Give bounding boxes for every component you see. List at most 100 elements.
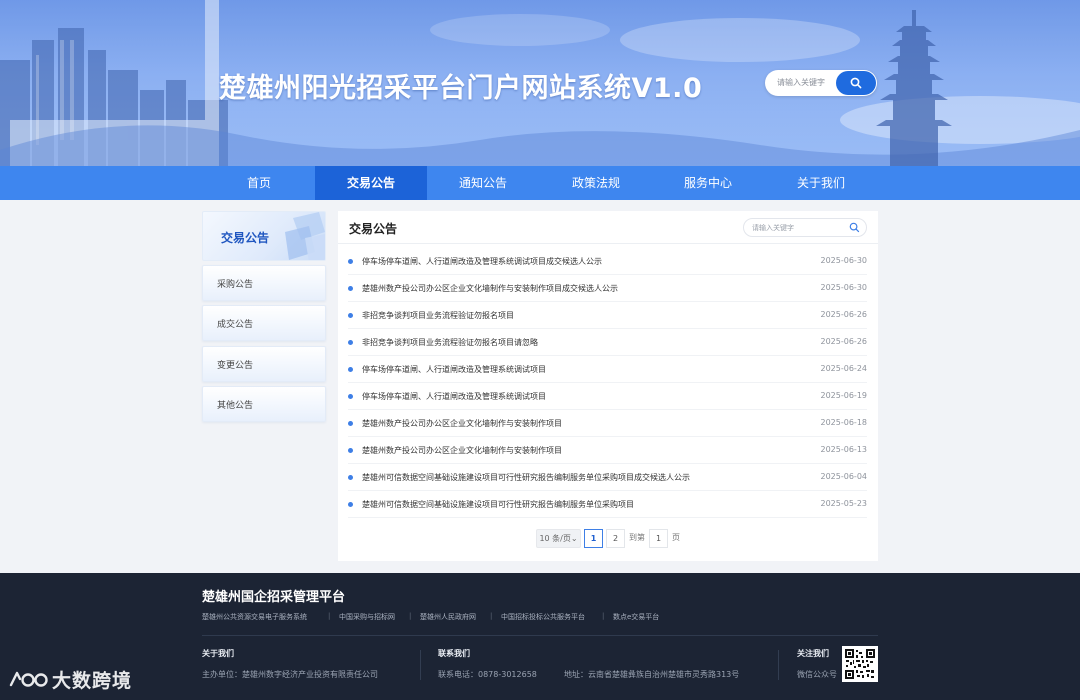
bullet-icon <box>348 367 353 372</box>
panel-search-box[interactable]: 请输入关键字 <box>743 218 867 237</box>
panel-title: 交易公告 <box>349 222 398 236</box>
banner-search-box[interactable]: 请输入关键字 <box>765 70 877 96</box>
bullet-icon <box>348 421 353 426</box>
bullet-icon <box>348 502 353 507</box>
wechat-label: 微信公众号 <box>797 670 837 679</box>
notice-date: 2025-05-23 <box>820 499 868 508</box>
sidebar-item-label: 采购公告 <box>217 280 254 290</box>
notice-title[interactable]: 楚雄州可信数据空间基础设施建设项目可行性研究报告编制服务单位采购项目 <box>362 499 634 510</box>
page-suffix: 页 <box>672 533 680 542</box>
goto-label: 到第 <box>629 533 645 542</box>
footer-link-public-resource[interactable]: 楚雄州公共资源交易电子服务系统 <box>202 612 307 622</box>
about-host: 主办单位：楚雄州数字经济产业投资有限责任公司 <box>202 670 378 679</box>
notice-title[interactable]: 楚雄州数产投公司办公区企业文化墙制作与安装制作项目 <box>362 445 562 456</box>
site-title: 楚雄州阳光招采平台门户网站系统V1.0 <box>219 73 703 104</box>
sidebar-heading: 交易公告 <box>202 211 326 261</box>
sidebar-item-deal[interactable]: 成交公告 <box>202 305 326 341</box>
bullet-icon <box>348 340 353 345</box>
footer-link-government[interactable]: 楚雄州人民政府网 <box>420 612 476 622</box>
notice-title[interactable]: 楚雄州数产投公司办公区企业文化墙制作与安装制作项目 <box>362 418 562 429</box>
follow-heading: 关注我们 <box>797 649 829 658</box>
page-size-label: 10 条/页 <box>539 534 571 543</box>
notice-row[interactable]: 停车场停车道闸、人行道闸改造及管理系统调试项目 2025-06-19 <box>348 383 867 410</box>
panel-search-input[interactable]: 请输入关键字 <box>752 223 794 233</box>
sidebar-item-label: 变更公告 <box>217 361 254 371</box>
search-icon[interactable] <box>849 222 860 233</box>
banner-search-input[interactable]: 请输入关键字 <box>777 77 825 88</box>
nav-item-trade-notices[interactable]: 交易公告 <box>315 166 427 200</box>
qr-code-icon <box>844 648 876 680</box>
contact-address: 地址：云南省楚雄彝族自治州楚雄市灵秀路313号 <box>564 670 740 679</box>
sidebar-item-purchase[interactable]: 采购公告 <box>202 265 326 301</box>
brand-logo-icon <box>9 671 48 687</box>
notice-date: 2025-06-26 <box>820 337 868 346</box>
notice-date: 2025-06-13 <box>820 445 868 454</box>
wechat-qr-code <box>842 646 878 682</box>
notice-date: 2025-06-30 <box>820 256 868 265</box>
notice-row[interactable]: 楚雄州数产投公司办公区企业文化墙制作与安装制作项目 2025-06-13 <box>348 437 867 464</box>
notice-title[interactable]: 楚雄州可信数据空间基础设施建设项目可行性研究报告编制服务单位采购项目成交候选人公… <box>362 472 690 483</box>
footer-link-e-trade[interactable]: 数点e交易平台 <box>613 612 659 622</box>
footer-link-public-service[interactable]: 中国招标投标公共服务平台 <box>501 612 585 622</box>
page-size-select[interactable]: 10 条/页⌄ <box>536 529 581 548</box>
banner-search-button[interactable] <box>836 71 876 95</box>
link-separator: | <box>409 612 412 620</box>
nav-item-home[interactable]: 首页 <box>203 166 315 200</box>
main-nav: 首页 交易公告 通知公告 政策法规 服务中心 关于我们 <box>0 166 1080 200</box>
notice-date: 2025-06-26 <box>820 310 868 319</box>
about-heading: 关于我们 <box>202 649 234 658</box>
contact-phone: 联系电话：0878-3012658 <box>438 670 537 679</box>
footer: 楚雄州国企招采管理平台 楚雄州公共资源交易电子服务系统 | 中国采购与招标网 |… <box>0 573 1080 700</box>
notice-date: 2025-06-30 <box>820 283 868 292</box>
sidebar-item-change[interactable]: 变更公告 <box>202 346 326 382</box>
notice-title[interactable]: 楚雄州数产投公司办公区企业文化墙制作与安装制作项目成交候选人公示 <box>362 283 618 294</box>
notice-row[interactable]: 停车场停车道闸、人行道闸改造及管理系统调试项目 2025-06-24 <box>348 356 867 383</box>
notice-title[interactable]: 停车场停车道闸、人行道闸改造及管理系统调试项目 <box>362 391 546 402</box>
sidebar-heading-label: 交易公告 <box>221 231 270 245</box>
link-separator: | <box>602 612 605 620</box>
footer-column-divider <box>778 650 779 680</box>
footer-link-china-bidding[interactable]: 中国采购与招标网 <box>339 612 395 622</box>
watermark: 大数跨境 <box>8 664 132 694</box>
nav-item-notifications[interactable]: 通知公告 <box>427 166 539 200</box>
sidebar-item-other[interactable]: 其他公告 <box>202 386 326 422</box>
header-banner: 楚雄州阳光招采平台门户网站系统V1.0 请输入关键字 <box>0 0 1080 166</box>
footer-column-divider <box>420 650 421 680</box>
notice-row[interactable]: 非招竞争谈判项目业务流程验证勿报名项目 2025-06-26 <box>348 302 867 329</box>
notice-date: 2025-06-24 <box>820 364 868 373</box>
bullet-icon <box>348 448 353 453</box>
bullet-icon <box>348 475 353 480</box>
notice-title[interactable]: 停车场停车道闸、人行道闸改造及管理系统调试项目成交候选人公示 <box>362 256 602 267</box>
goto-page-input[interactable]: 1 <box>649 529 668 548</box>
notice-panel: 交易公告 请输入关键字 停车场停车道闸、人行道闸改造及管理系统调试项目成交候选人… <box>338 211 878 561</box>
notice-date: 2025-06-18 <box>820 418 868 427</box>
page-button-2[interactable]: 2 <box>606 529 625 548</box>
notice-row[interactable]: 楚雄州数产投公司办公区企业文化墙制作与安装制作项目 2025-06-18 <box>348 410 867 437</box>
nav-item-service-center[interactable]: 服务中心 <box>652 166 764 200</box>
notice-date: 2025-06-19 <box>820 391 868 400</box>
bullet-icon <box>348 259 353 264</box>
nav-item-about-us[interactable]: 关于我们 <box>765 166 877 200</box>
notice-title[interactable]: 非招竞争谈判项目业务流程验证勿报名项目请忽略 <box>362 337 538 348</box>
cube-decoration-icon <box>285 212 325 260</box>
page-button-1[interactable]: 1 <box>584 529 603 548</box>
contact-heading: 联系我们 <box>438 649 470 658</box>
link-separator: | <box>328 612 331 620</box>
link-separator: | <box>490 612 493 620</box>
notice-row[interactable]: 楚雄州可信数据空间基础设施建设项目可行性研究报告编制服务单位采购项目成交候选人公… <box>348 464 867 491</box>
notice-title[interactable]: 非招竞争谈判项目业务流程验证勿报名项目 <box>362 310 514 321</box>
notice-row[interactable]: 停车场停车道闸、人行道闸改造及管理系统调试项目成交候选人公示 2025-06-30 <box>348 248 867 275</box>
notice-row[interactable]: 楚雄州数产投公司办公区企业文化墙制作与安装制作项目成交候选人公示 2025-06-… <box>348 275 867 302</box>
notice-date: 2025-06-04 <box>820 472 868 481</box>
notice-row[interactable]: 楚雄州可信数据空间基础设施建设项目可行性研究报告编制服务单位采购项目 2025-0… <box>348 491 867 518</box>
sidebar-item-label: 其他公告 <box>217 401 254 411</box>
bullet-icon <box>348 394 353 399</box>
watermark-text: 大数跨境 <box>52 669 133 692</box>
panel-divider <box>338 243 878 244</box>
notice-row[interactable]: 非招竞争谈判项目业务流程验证勿报名项目请忽略 2025-06-26 <box>348 329 867 356</box>
chevron-down-icon: ⌄ <box>570 534 578 543</box>
sidebar-item-label: 成交公告 <box>217 320 254 330</box>
footer-title: 楚雄州国企招采管理平台 <box>202 590 346 605</box>
notice-title[interactable]: 停车场停车道闸、人行道闸改造及管理系统调试项目 <box>362 364 546 375</box>
nav-item-policies[interactable]: 政策法规 <box>540 166 652 200</box>
